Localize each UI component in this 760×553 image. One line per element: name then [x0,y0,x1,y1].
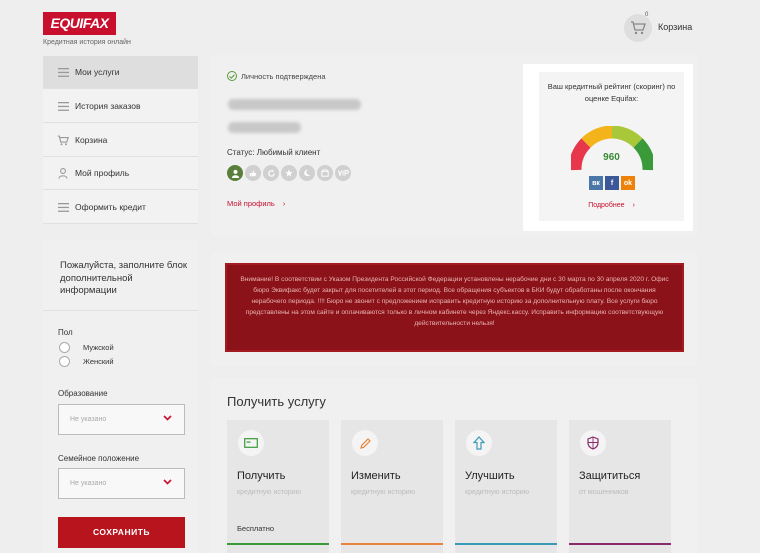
service-accent-bar [341,543,443,545]
moon-badge-icon[interactable] [299,165,315,181]
my-profile-link-label: Мой профиль [227,199,275,208]
vk-icon[interactable]: вк [589,176,603,190]
service-accent-bar [227,543,329,545]
divider [43,310,198,311]
user-name-blurred [228,99,361,110]
service-card-improve[interactable]: Улучшить кредитную историю [455,420,557,553]
identity-verified: Личность подтверждена [227,71,326,81]
gender-radio-male[interactable] [59,342,70,353]
sidebar-item-label: Мой профиль [75,168,130,178]
sidebar-nav: Мои услуги История заказов Корзина Мой п… [43,56,198,224]
facebook-icon[interactable]: f [605,176,619,190]
header-cart-button[interactable] [624,14,652,42]
chevron-down-icon [163,479,172,485]
service-card-change[interactable]: Изменить кредитную историю [341,420,443,553]
refresh-badge-icon[interactable] [263,165,279,181]
card-icon [238,430,264,456]
service-subtitle: кредитную историю [237,489,301,496]
family-status-value: Не указано [70,480,107,487]
service-title: Улучшить [465,470,515,482]
arrow-up-icon [466,430,492,456]
family-status-label: Семейное положение [58,454,140,463]
share-buttons: вк f ok [589,176,635,190]
chevron-right-icon: › [282,199,286,208]
service-price: Бесплатно [237,524,275,533]
credit-rating-card: Ваш кредитный рейтинг (скоринг) по оценк… [523,64,693,231]
my-profile-link[interactable]: Мой профиль › [227,199,285,208]
shield-icon [580,430,606,456]
header-cart-label[interactable]: Корзина [658,22,692,32]
save-button[interactable]: СОХРАНИТЬ [58,517,185,548]
credit-rating-title: Ваш кредитный рейтинг (скоринг) по оценк… [547,82,676,103]
rating-score: 960 [603,152,620,163]
sidebar-item-apply-credit[interactable]: Оформить кредит [43,191,198,224]
sidebar-item-cart[interactable]: Корзина [43,124,198,157]
chevron-down-icon [163,415,172,421]
service-card-protect[interactable]: Защититься от мошенников [569,420,671,553]
service-title: Получить [237,470,286,482]
services-section: Получить услугу Получить кредитную истор… [211,378,697,553]
odnoklassniki-icon[interactable]: ok [621,176,635,190]
service-title: Изменить [351,470,401,482]
service-title: Защититься [579,470,641,482]
service-subtitle: от мошенников [579,489,629,496]
gender-option-male[interactable]: Мужской [83,343,114,352]
sidebar-item-label: Оформить кредит [75,202,146,212]
covid-notice: Внимание! В соответствии с Указом Презид… [225,263,684,352]
achievement-badges [227,165,351,181]
user-icon [56,167,70,179]
additional-info-form: Пожалуйста, заполните блок дополнительно… [43,240,198,553]
services-title: Получить услугу [227,394,326,409]
form-hint: Пожалуйста, заполните блок дополнительно… [60,260,188,296]
rating-gauge [571,126,653,171]
service-card-get[interactable]: Получить кредитную историю Бесплатно [227,420,329,553]
sidebar-item-my-profile[interactable]: Мой профиль [43,157,198,190]
chevron-right-icon: › [632,202,635,209]
cart-count: 0 [645,12,649,18]
user-badge-icon[interactable] [227,165,243,181]
sidebar-item-label: Корзина [75,135,108,145]
list-icon [56,100,70,112]
gender-radio-female[interactable] [59,356,70,367]
grid-icon [56,66,70,78]
credit-rating-panel: Ваш кредитный рейтинг (скоринг) по оценк… [539,72,684,221]
user-patronymic-blurred [228,122,301,133]
education-select[interactable]: Не указано [58,404,185,435]
client-status: Статус: Любимый клиент [227,148,321,157]
logo-tagline: Кредитная история онлайн [43,39,131,46]
education-value: Не указано [70,416,107,423]
sidebar-item-label: Мои услуги [75,67,120,77]
education-label: Образование [58,389,108,398]
gender-option-female[interactable]: Женский [83,357,114,366]
service-subtitle: кредитную историю [351,489,415,496]
service-accent-bar [455,543,557,545]
sidebar-item-order-history[interactable]: История заказов [43,90,198,123]
family-status-select[interactable]: Не указано [58,468,185,499]
list-icon [56,201,70,213]
equifax-logo[interactable]: EQUIFAX [43,12,116,35]
notice-section: Внимание! В соответствии с Указом Презид… [211,253,697,366]
pencil-icon [352,430,378,456]
service-accent-bar [569,543,671,545]
gender-label: Пол [58,328,73,337]
cart-icon [631,21,646,35]
vip-badge-icon[interactable] [335,165,351,181]
sidebar-item-my-services[interactable]: Мои услуги [43,56,198,89]
like-badge-icon[interactable] [245,165,261,181]
check-circle-icon [227,71,237,81]
rating-more-label: Подробнее [588,202,625,209]
service-subtitle: кредитную историю [465,489,529,496]
verified-text: Личность подтверждена [241,71,326,81]
rating-more-link[interactable]: Подробнее › [539,202,684,209]
cart-icon [56,134,70,146]
star-badge-icon[interactable] [281,165,297,181]
sidebar-item-label: История заказов [75,101,141,111]
box-badge-icon[interactable] [317,165,333,181]
